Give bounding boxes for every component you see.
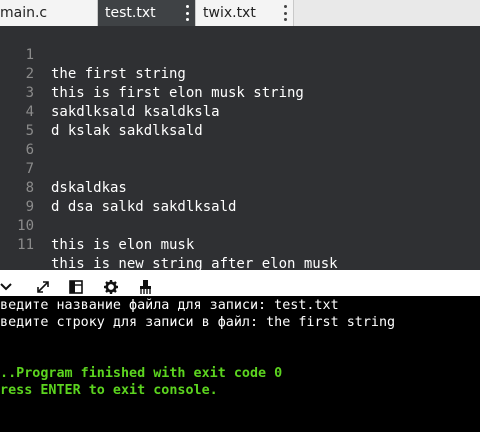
panel-divider[interactable] xyxy=(0,270,480,278)
editor-line: 7 dskaldkas xyxy=(0,141,480,196)
tab-menu-icon[interactable] xyxy=(283,5,287,21)
editor-line: 4 d kslak sakdlksald xyxy=(0,84,480,139)
tab-main-c[interactable]: main.c xyxy=(0,0,98,26)
tab-label: twix.txt xyxy=(203,5,256,21)
editor-line: 2 this is first elon musk string xyxy=(0,46,480,101)
editor-line: 10 this is elon musk xyxy=(0,198,480,253)
console-line-press-enter: Press ENTER to exit console. xyxy=(0,383,218,398)
editor-line: 6 xyxy=(0,122,480,158)
editor-line: 1 the first string xyxy=(0,27,480,82)
editor-line: 11 this is new string after elon musk xyxy=(0,217,480,272)
line-text: this is elon musk xyxy=(51,237,195,253)
tab-label: test.txt xyxy=(105,5,156,21)
console-toolbar xyxy=(0,278,480,296)
gear-icon[interactable] xyxy=(103,279,119,295)
layout-icon[interactable] xyxy=(68,279,84,295)
console-output[interactable]: Введите название файла для записи: test.… xyxy=(0,296,480,432)
editor-line: 3 sakdlksald ksaldksla xyxy=(0,65,480,120)
expand-icon[interactable] xyxy=(35,279,51,295)
tab-test-txt[interactable]: test.txt xyxy=(98,0,196,26)
code-editor[interactable]: 1 the first string 2 this is first elon … xyxy=(0,26,480,272)
console-line: Введите строку для записи в файл: the fi… xyxy=(0,315,396,330)
tab-twix-txt[interactable]: twix.txt xyxy=(196,0,294,26)
editor-line: 5 xyxy=(0,103,480,139)
tab-menu-icon[interactable] xyxy=(185,5,189,21)
line-number: 11 xyxy=(17,237,34,253)
editor-line: 9 xyxy=(0,179,480,215)
editor-line: 8 d dsa salkd sakdlksald xyxy=(0,160,480,215)
clear-icon[interactable] xyxy=(137,279,153,295)
console-line: Введите название файла для записи: test.… xyxy=(0,298,339,313)
tab-bar: main.c test.txt twix.txt xyxy=(0,0,480,26)
tab-label: main.c xyxy=(0,5,48,21)
console-line-exit-status: ...Program finished with exit code 0 xyxy=(0,366,283,381)
chevron-down-icon[interactable] xyxy=(0,279,16,295)
